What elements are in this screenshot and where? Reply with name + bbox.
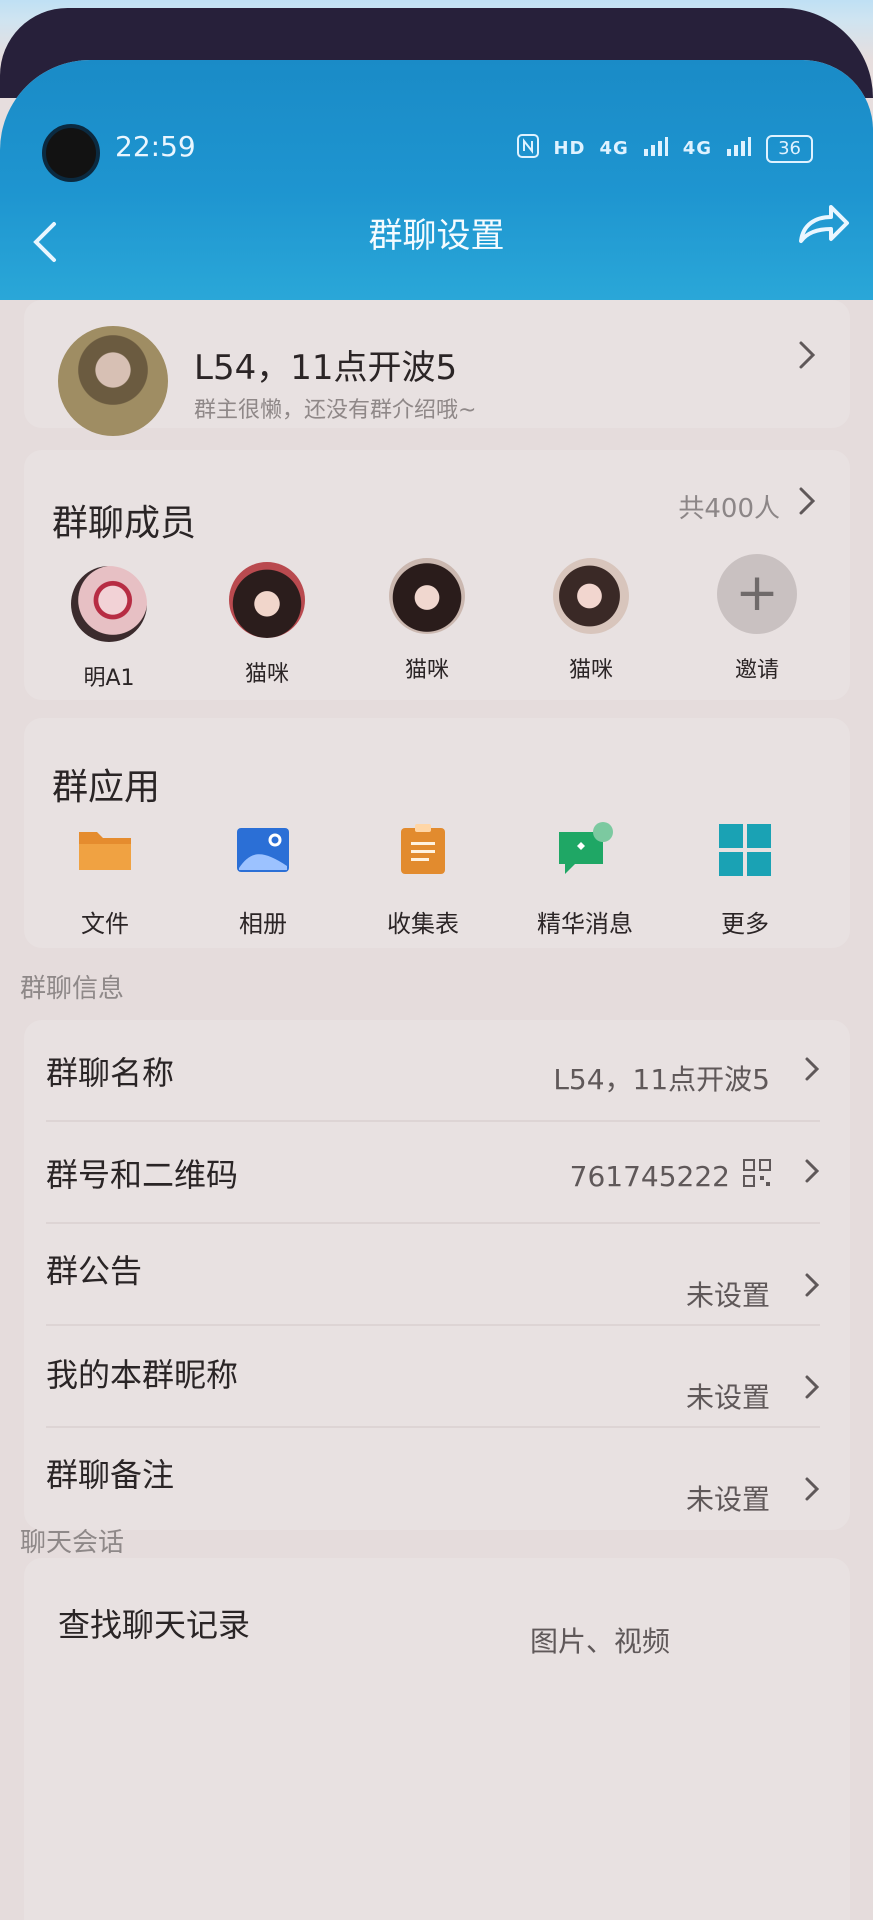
row-value: 761745222	[569, 1160, 730, 1193]
row-key: 群聊备注	[46, 1456, 175, 1494]
row-key: 群聊名称	[46, 1054, 175, 1092]
app-form[interactable]: 收集表	[358, 820, 488, 939]
section-label-chat: 聊天会话	[20, 1528, 125, 1558]
chevron-right-icon	[804, 1374, 820, 1407]
group-profile-card[interactable]: L54，11点开波5 群主很懒，还没有群介绍哦~	[24, 300, 850, 436]
device: 22:59 HD 4G 4G 36 群聊设置 L54，11点开波5 群主很懒，还…	[0, 0, 873, 1920]
app-label: 精华消息	[537, 910, 633, 938]
album-icon	[233, 820, 293, 880]
member-item[interactable]: 猫咪	[362, 558, 492, 684]
member-name: 明A1	[83, 666, 135, 691]
app-label: 相册	[239, 910, 287, 938]
app-label: 文件	[81, 910, 129, 938]
plus-icon: +	[717, 554, 797, 634]
chevron-right-icon	[804, 1272, 820, 1305]
app-label: 收集表	[387, 910, 459, 938]
avatar	[229, 562, 305, 638]
row-group-number-qrcode[interactable]: 群号和二维码 761745222	[24, 1122, 850, 1222]
member-name: 猫咪	[404, 658, 449, 683]
member-item[interactable]: 猫咪	[202, 562, 332, 688]
status-icons: HD 4G 4G 36	[517, 134, 813, 163]
row-search-history[interactable]: 查找聊天记录 图片、视频	[24, 1558, 850, 1658]
signal-1-icon	[643, 135, 669, 162]
chevron-right-icon	[804, 1158, 820, 1191]
folder-icon	[75, 820, 135, 880]
group-avatar	[58, 326, 168, 436]
members-title: 群聊成员	[52, 503, 197, 544]
battery-indicator: 36	[766, 134, 813, 163]
front-camera	[42, 124, 100, 182]
avatar	[389, 558, 465, 634]
app-album[interactable]: 相册	[198, 820, 328, 939]
chevron-right-icon[interactable]	[798, 486, 816, 524]
screen: 22:59 HD 4G 4G 36 群聊设置 L54，11点开波5 群主很懒，还…	[0, 60, 873, 1920]
row-value: 图片、视频	[529, 1625, 670, 1658]
essence-chat-icon	[555, 820, 615, 880]
member-name: 猫咪	[244, 662, 289, 687]
chevron-right-icon	[798, 340, 816, 378]
invite-label: 邀请	[734, 658, 779, 683]
members-count[interactable]: 共400人	[678, 488, 780, 525]
row-key: 我的本群昵称	[46, 1356, 239, 1394]
group-info-card: 群聊名称 L54，11点开波5 群号和二维码 761745222 群公告 未设置…	[24, 1020, 850, 1530]
group-apps-card: 群应用 文件 相册 收集表 精华消息 更多	[24, 718, 850, 948]
app-files[interactable]: 文件	[40, 820, 170, 939]
row-announcement[interactable]: 群公告 未设置	[24, 1224, 850, 1324]
row-key: 查找聊天记录	[58, 1606, 251, 1644]
chevron-right-icon	[804, 1476, 820, 1509]
chat-session-card: 查找聊天记录 图片、视频	[24, 1558, 850, 1920]
app-more[interactable]: 更多	[680, 820, 810, 939]
group-name: L54，11点开波5	[194, 348, 458, 388]
more-grid-icon	[715, 820, 775, 880]
row-group-name[interactable]: 群聊名称 L54，11点开波5	[24, 1020, 850, 1120]
app-bar: 22:59 HD 4G 4G 36 群聊设置	[0, 60, 873, 300]
section-label-info: 群聊信息	[20, 974, 125, 1004]
nfc-icon	[517, 134, 540, 163]
row-my-nickname[interactable]: 我的本群昵称 未设置	[24, 1326, 850, 1426]
member-item[interactable]: 猫咪	[526, 558, 656, 684]
row-value: 未设置	[685, 1279, 770, 1312]
row-value: 未设置	[685, 1483, 770, 1516]
row-key: 群号和二维码	[46, 1156, 239, 1194]
hd-badge: HD	[553, 138, 586, 159]
member-name: 猫咪	[568, 658, 613, 683]
share-arrow-icon	[799, 205, 849, 243]
invite-member-button[interactable]: + 邀请	[692, 554, 822, 684]
row-key: 群公告	[46, 1252, 143, 1290]
app-essence[interactable]: 精华消息	[520, 820, 650, 939]
row-group-remark[interactable]: 群聊备注 未设置	[24, 1428, 850, 1528]
status-time: 22:59	[115, 130, 196, 163]
member-item[interactable]: 明A1	[44, 566, 174, 692]
signal-2-icon	[726, 135, 752, 162]
row-value: L54，11点开波5	[553, 1063, 770, 1096]
clipboard-icon	[393, 820, 453, 880]
signal-1-label: 4G	[599, 138, 629, 159]
avatar	[553, 558, 629, 634]
row-value: 未设置	[685, 1381, 770, 1414]
share-button[interactable]	[793, 195, 853, 255]
qr-code-icon	[742, 1158, 772, 1192]
page-title: 群聊设置	[368, 216, 505, 256]
chevron-right-icon	[804, 1056, 820, 1089]
members-card: 群聊成员 共400人 明A1 猫咪 猫咪 猫咪 + 邀请	[24, 450, 850, 700]
avatar	[71, 566, 147, 642]
group-intro: 群主很懒，还没有群介绍哦~	[194, 398, 477, 423]
signal-2-label: 4G	[682, 138, 713, 159]
apps-title: 群应用	[52, 767, 161, 808]
app-label: 更多	[721, 910, 769, 938]
